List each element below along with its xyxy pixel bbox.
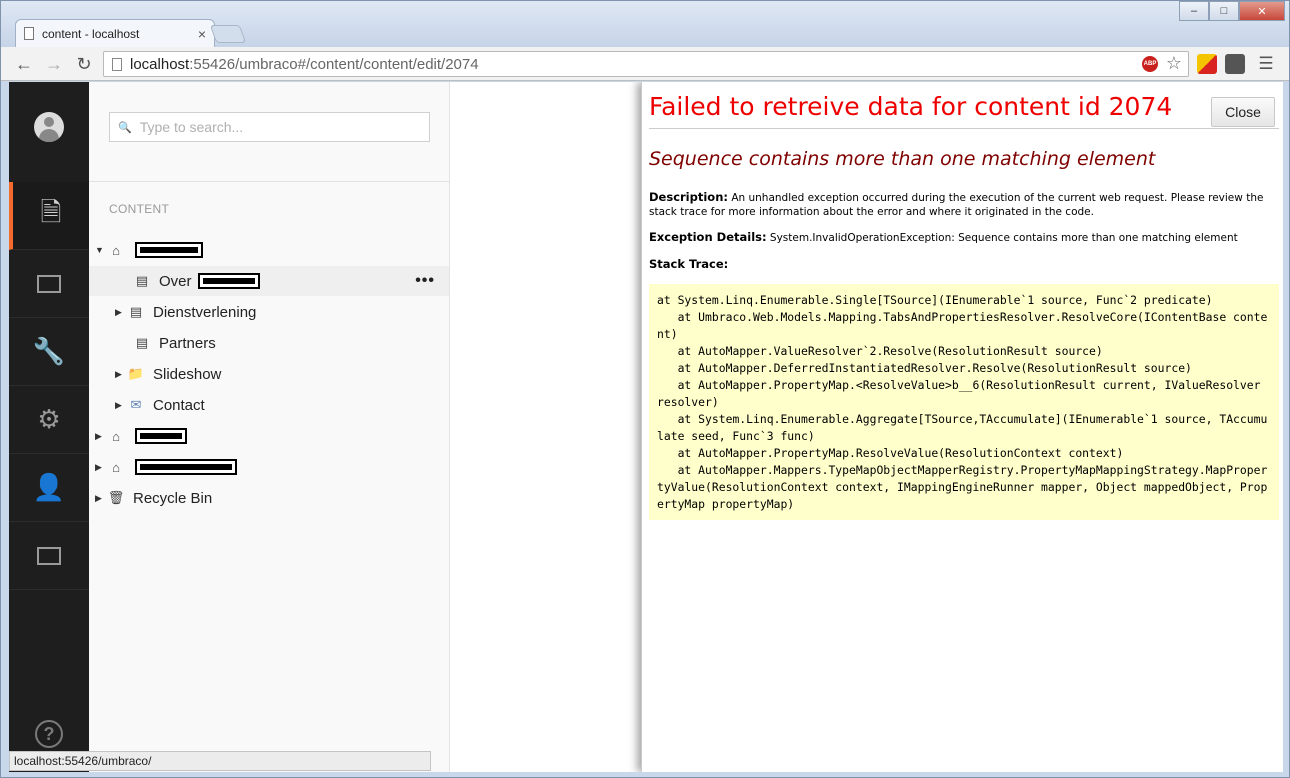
title-bar: content - localhost × – □ ✕ bbox=[1, 1, 1289, 47]
tree-search-input[interactable]: 🔍 Type to search... bbox=[109, 112, 430, 142]
tree-node-root-1[interactable]: ▼ ⌂ bbox=[95, 235, 203, 265]
content-tree: 🔍 Type to search... CONTENT ▼ ⌂ ▤ Over •… bbox=[89, 82, 450, 772]
minimize-button[interactable]: – bbox=[1179, 1, 1209, 21]
description-text: An unhandled exception occurred during t… bbox=[649, 192, 1264, 218]
forward-icon[interactable]: → bbox=[43, 53, 65, 75]
user-icon: 👤 bbox=[32, 472, 66, 502]
search-placeholder: Type to search... bbox=[139, 119, 244, 135]
editor-area bbox=[450, 82, 640, 772]
status-bar: localhost:55426/umbraco/ bbox=[9, 751, 431, 771]
error-description: Description: An unhandled exception occu… bbox=[649, 190, 1269, 219]
extension-icon[interactable] bbox=[1225, 54, 1245, 74]
tree-node-root-2[interactable]: ▶ ⌂ bbox=[95, 421, 187, 451]
avatar[interactable] bbox=[34, 112, 64, 142]
maximize-button[interactable]: □ bbox=[1209, 1, 1239, 21]
exception-label: Exception Details: bbox=[649, 230, 767, 244]
exception-details: Exception Details: System.InvalidOperati… bbox=[649, 230, 1269, 244]
tree-node-label: Slideshow bbox=[153, 365, 222, 383]
caret-down-icon[interactable]: ▼ bbox=[95, 245, 105, 255]
tree-node-label: Contact bbox=[153, 396, 205, 414]
bookmark-star-icon[interactable]: ☆ bbox=[1166, 53, 1182, 74]
new-tab-button[interactable] bbox=[209, 25, 247, 43]
divider bbox=[89, 181, 450, 182]
tree-heading: CONTENT bbox=[109, 202, 170, 216]
caret-right-icon[interactable]: ▶ bbox=[95, 493, 105, 504]
window-controls: – □ ✕ bbox=[1179, 1, 1285, 21]
redacted-label bbox=[197, 273, 260, 289]
section-media[interactable] bbox=[9, 250, 89, 318]
redacted-label bbox=[135, 459, 237, 475]
stack-trace: at System.Linq.Enumerable.Single[TSource… bbox=[649, 284, 1279, 520]
url-path: :55426/umbraco#/content/content/edit/207… bbox=[189, 55, 479, 73]
description-label: Description: bbox=[649, 190, 728, 204]
slideshow-icon: 📁 bbox=[127, 366, 145, 381]
error-title: Failed to retreive data for content id 2… bbox=[649, 92, 1173, 121]
tree-node-partners[interactable]: ▤ Partners bbox=[131, 328, 216, 358]
tree-node-dienstverlening[interactable]: ▶ ▤ Dienstverlening bbox=[115, 297, 256, 327]
tree-node-contact[interactable]: ▶ ✉ Contact bbox=[115, 390, 205, 420]
tree-node-label: Partners bbox=[159, 334, 216, 352]
more-options-icon[interactable]: ••• bbox=[415, 272, 435, 290]
home-icon: ⌂ bbox=[112, 428, 120, 444]
close-window-button[interactable]: ✕ bbox=[1239, 1, 1285, 21]
browser-toolbar: ← → ↻ localhost:55426/umbraco#/content/c… bbox=[1, 47, 1289, 81]
image-icon: ▤ bbox=[135, 335, 149, 350]
page-icon bbox=[24, 27, 34, 40]
close-tab-icon[interactable]: × bbox=[198, 26, 206, 42]
section-sidebar: 🗎 🔧 ⚙ 👤 ? bbox=[9, 82, 89, 772]
tree-node-over[interactable]: ▤ Over ••• bbox=[89, 266, 449, 296]
caret-right-icon[interactable]: ▶ bbox=[115, 307, 125, 318]
divider bbox=[649, 128, 1279, 129]
tree-node-root-3[interactable]: ▶ ⌂ bbox=[95, 452, 237, 482]
caret-right-icon[interactable]: ▶ bbox=[115, 369, 125, 380]
section-content[interactable]: 🗎 bbox=[9, 182, 89, 250]
section-members[interactable] bbox=[9, 522, 89, 590]
tree-node-label: Dienstverlening bbox=[153, 303, 257, 321]
section-settings[interactable]: ⚙ bbox=[9, 386, 89, 454]
document-icon: 🗎 bbox=[40, 196, 62, 227]
home-icon: ⌂ bbox=[112, 459, 120, 475]
extension-icon[interactable] bbox=[1197, 54, 1217, 74]
tree-node-recycle-bin[interactable]: ▶ 🗑 Recycle Bin bbox=[95, 483, 212, 513]
image-icon bbox=[37, 274, 61, 293]
tree-node-label: Recycle Bin bbox=[133, 489, 213, 507]
caret-right-icon[interactable]: ▶ bbox=[95, 462, 105, 473]
exception-text: System.InvalidOperationException: Sequen… bbox=[766, 232, 1238, 244]
tree-node-label: Over bbox=[159, 272, 192, 290]
page-icon bbox=[112, 57, 122, 71]
stack-label: Stack Trace: bbox=[649, 257, 729, 271]
url-host: localhost bbox=[130, 55, 190, 73]
image-icon: ▤ bbox=[129, 304, 143, 319]
browser-tab[interactable]: content - localhost × bbox=[15, 19, 215, 47]
id-card-icon bbox=[37, 546, 61, 565]
error-subtitle: Sequence contains more than one matching… bbox=[649, 148, 1156, 170]
back-icon[interactable]: ← bbox=[13, 53, 35, 75]
tab-title: content - localhost bbox=[42, 26, 140, 41]
gear-icon: ⚙ bbox=[37, 404, 61, 434]
trash-icon: 🗑 bbox=[107, 490, 125, 505]
menu-icon[interactable]: ☰ bbox=[1255, 53, 1277, 75]
search-icon: 🔍 bbox=[118, 121, 132, 134]
redacted-label bbox=[135, 242, 203, 258]
umbraco-app: 🗎 🔧 ⚙ 👤 ? 🔍 Type to search... CONTENT ▼ … bbox=[9, 82, 1283, 772]
tree-node-slideshow[interactable]: ▶ 📁 Slideshow bbox=[115, 359, 221, 389]
mail-icon: ✉ bbox=[130, 397, 142, 412]
stack-trace-heading: Stack Trace: bbox=[649, 257, 728, 271]
wrench-icon: 🔧 bbox=[32, 336, 66, 366]
reload-icon[interactable]: ↻ bbox=[73, 53, 95, 75]
caret-right-icon[interactable]: ▶ bbox=[115, 400, 125, 411]
adblock-icon[interactable]: ABP bbox=[1142, 56, 1158, 72]
home-icon: ⌂ bbox=[112, 242, 120, 258]
section-users[interactable]: 👤 bbox=[9, 454, 89, 522]
section-developer[interactable]: 🔧 bbox=[9, 318, 89, 386]
redacted-label bbox=[135, 428, 187, 444]
caret-right-icon[interactable]: ▶ bbox=[95, 431, 105, 442]
image-icon: ▤ bbox=[135, 273, 149, 288]
error-panel: Failed to retreive data for content id 2… bbox=[641, 82, 1283, 772]
help-icon[interactable]: ? bbox=[35, 720, 63, 748]
close-button[interactable]: Close bbox=[1211, 97, 1275, 127]
browser-window: content - localhost × – □ ✕ ← → ↻ localh… bbox=[0, 0, 1290, 778]
address-bar[interactable]: localhost:55426/umbraco#/content/content… bbox=[103, 51, 1189, 77]
